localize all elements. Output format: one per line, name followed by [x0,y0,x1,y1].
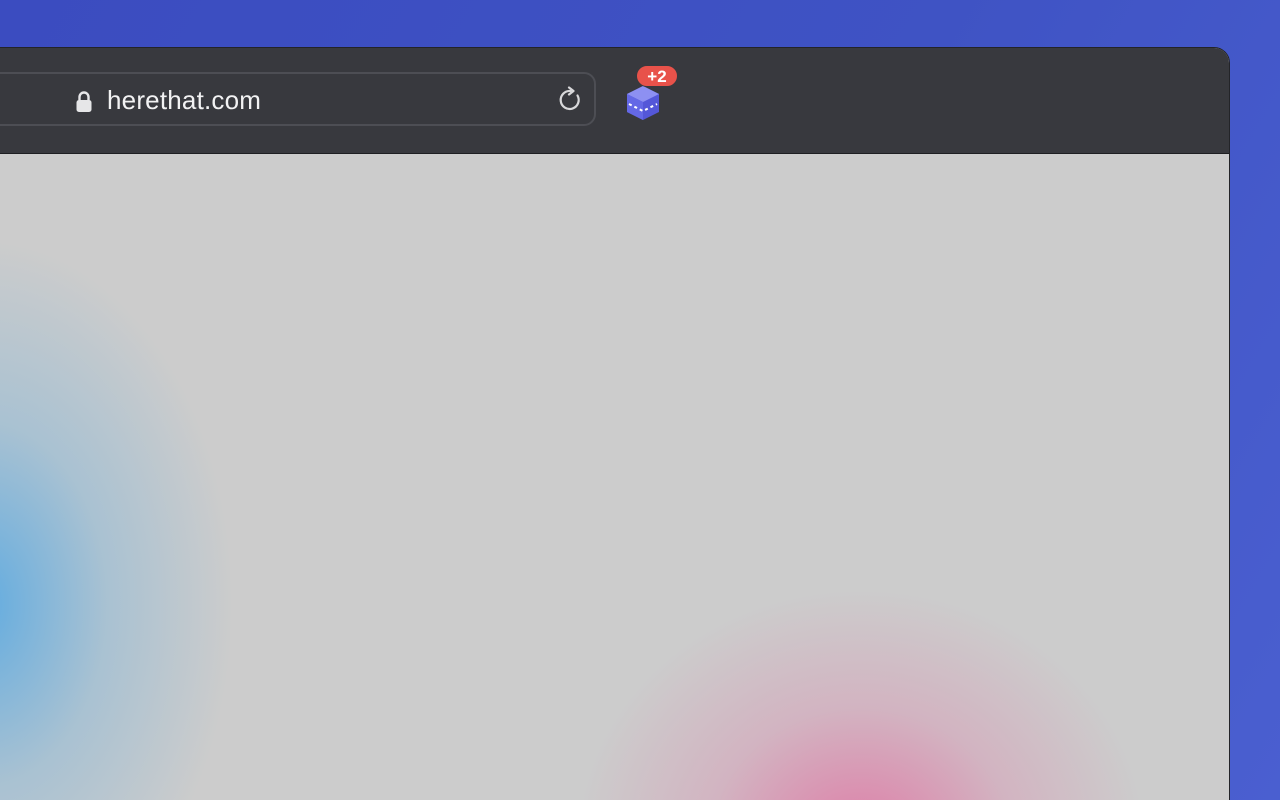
browser-window: herethat.com +2 [0,47,1230,800]
browser-toolbar: herethat.com +2 [0,48,1229,154]
lock-icon [75,90,93,114]
extension-badge: +2 [636,65,678,87]
address-bar[interactable]: herethat.com [0,72,596,126]
url-text[interactable]: herethat.com [107,85,261,115]
cube-icon [627,86,659,120]
reload-icon[interactable] [557,86,585,114]
extension-button[interactable] [621,82,665,126]
page-content[interactable] [0,154,1229,800]
